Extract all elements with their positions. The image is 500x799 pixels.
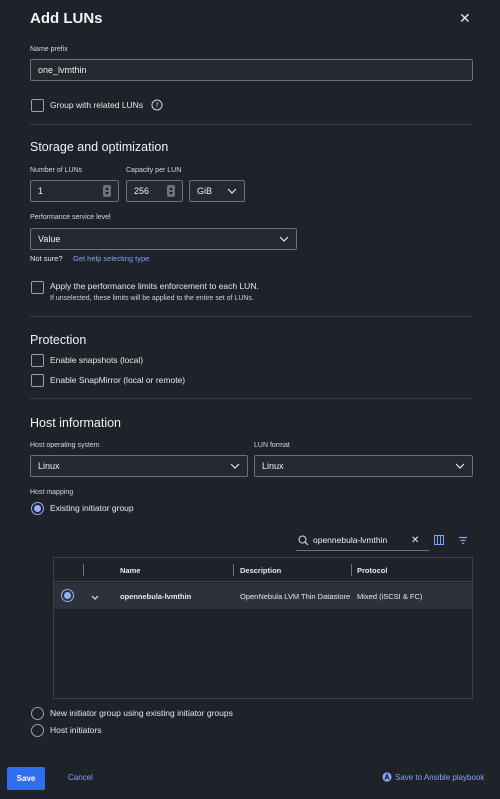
apply-limits-label: Apply the performance limits enforcement… [50, 281, 259, 291]
row-select-radio[interactable] [61, 589, 74, 602]
capacity-input[interactable]: 256 [126, 180, 183, 202]
capacity-unit-value: GiB [197, 186, 213, 196]
column-separator [83, 564, 84, 576]
save-button[interactable]: Save [7, 767, 45, 790]
search-underline [296, 550, 429, 551]
num-luns-value: 1 [38, 186, 44, 196]
existing-group-label: Existing initiator group [50, 503, 134, 513]
host-mapping-label: Host mapping [30, 489, 74, 496]
host-os-value: Linux [38, 461, 60, 471]
lun-format-select[interactable]: Linux [254, 455, 473, 477]
close-icon[interactable]: ✕ [459, 10, 471, 27]
column-separator [351, 564, 352, 576]
filter-icon[interactable] [458, 536, 468, 547]
chevron-down-icon[interactable] [91, 592, 99, 602]
host-initiators-label: Host initiators [50, 725, 102, 735]
num-luns-stepper-icon[interactable] [103, 185, 111, 197]
search-icon [298, 535, 309, 548]
row-protocol: Mixed (iSCSI & FC) [357, 592, 423, 601]
host-initiators-radio[interactable] [31, 724, 44, 737]
snapmirror-checkbox[interactable] [31, 374, 44, 387]
apply-limits-subtext: If unselected, these limits will be appl… [50, 295, 254, 302]
column-header-name[interactable]: Name [120, 566, 140, 575]
group-related-checkbox[interactable] [31, 99, 44, 112]
capacity-label: Capacity per LUN [126, 167, 182, 174]
group-related-label: Group with related LUNs [50, 100, 144, 110]
save-to-ansible-link[interactable]: Save to Ansible playbook [395, 773, 484, 782]
name-prefix-label: Name prefix [30, 46, 68, 53]
chevron-down-icon [227, 188, 237, 194]
chevron-down-icon [279, 236, 289, 242]
table-header: Name Description Protocol [54, 558, 472, 582]
name-prefix-value: one_lvmthin [38, 65, 87, 75]
row-name: opennebula-lvmthin [120, 592, 192, 601]
storage-heading: Storage and optimization [30, 140, 169, 154]
lun-format-value: Linux [262, 461, 284, 471]
column-separator [233, 564, 234, 576]
capacity-unit-select[interactable]: GiB [189, 180, 245, 202]
dialog-title: Add LUNs [30, 10, 103, 27]
num-luns-label: Number of LUNs [30, 167, 83, 174]
table-row[interactable]: opennebula-lvmthin OpenNebula LVM Thin D… [54, 583, 472, 609]
row-description: OpenNebula LVM Thin Datastore [240, 592, 350, 601]
help-circle-icon[interactable]: ? [151, 99, 163, 113]
num-luns-input[interactable]: 1 [30, 180, 119, 202]
divider [30, 398, 472, 399]
new-group-radio[interactable] [31, 707, 44, 720]
capacity-stepper-icon[interactable] [167, 185, 175, 197]
capacity-value: 256 [134, 186, 150, 196]
name-prefix-input[interactable]: one_lvmthin [30, 59, 473, 81]
not-sure-text: Not sure? [30, 254, 63, 263]
chevron-down-icon [455, 463, 465, 469]
chevron-down-icon [230, 463, 240, 469]
initiator-group-table: Name Description Protocol opennebula-lvm… [53, 557, 473, 699]
cancel-button[interactable]: Cancel [68, 773, 93, 782]
existing-group-radio[interactable] [31, 502, 44, 515]
perf-level-value: Value [38, 234, 61, 244]
column-header-description[interactable]: Description [240, 566, 281, 575]
lun-format-label: LUN format [254, 442, 290, 449]
protection-heading: Protection [30, 333, 87, 347]
columns-icon[interactable] [434, 535, 444, 547]
host-heading: Host information [30, 416, 122, 430]
host-os-label: Host operating system [30, 442, 100, 449]
perf-level-select[interactable]: Value [30, 228, 297, 250]
ansible-icon [382, 772, 392, 784]
column-header-protocol[interactable]: Protocol [357, 566, 387, 575]
new-group-label: New initiator group using existing initi… [50, 708, 233, 718]
svg-text:?: ? [155, 102, 159, 110]
apply-limits-checkbox[interactable] [31, 281, 44, 294]
search-input[interactable]: opennebula-lvmthin [313, 535, 409, 547]
divider [30, 124, 472, 125]
clear-search-icon[interactable]: ✕ [411, 535, 419, 546]
host-os-select[interactable]: Linux [30, 455, 248, 477]
snapmirror-label: Enable SnapMirror (local or remote) [50, 375, 186, 385]
divider [30, 316, 472, 317]
snapshots-checkbox[interactable] [31, 354, 44, 367]
help-selecting-link[interactable]: Get help selecting type [73, 254, 149, 263]
snapshots-label: Enable snapshots (local) [50, 355, 144, 365]
perf-level-label: Performance service level [30, 214, 111, 221]
